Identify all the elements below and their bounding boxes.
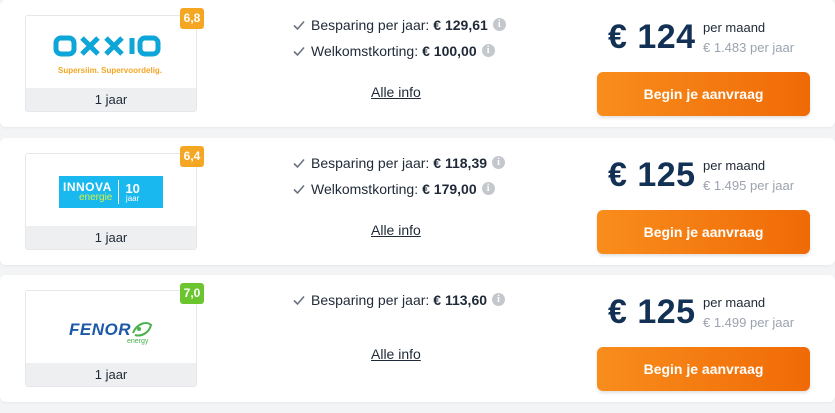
begin-application-button[interactable]: Begin je aanvraag: [597, 72, 810, 116]
innova-logo-block: INNOVA energie 10 jaar: [59, 176, 163, 208]
contract-duration: 1 jaar: [26, 363, 196, 386]
begin-application-button[interactable]: Begin je aanvraag: [597, 347, 810, 391]
benefit-savings: Besparing per jaar: € 129,61 i: [292, 14, 506, 35]
yearly-price: € 1.495 per jaar: [703, 178, 795, 193]
oxxio-logo: Supersiim. Supervoordelig.: [26, 16, 196, 89]
offer-card-fenor: FENOR energy 1 jaar 7,0 Besparing per ja…: [0, 275, 835, 402]
rating-badge: 6,8: [180, 8, 204, 29]
fenor-sub: energy: [127, 337, 149, 345]
benefit-label: Besparing per jaar:: [311, 291, 430, 308]
per-month-label: per maand: [703, 20, 766, 35]
per-month-label: per maand: [703, 295, 766, 310]
benefit-welcome-discount: Welkomstkorting: € 100,00 i: [292, 40, 506, 61]
per-month-label: per maand: [703, 158, 766, 173]
contract-duration: 1 jaar: [26, 226, 196, 249]
benefits-list: Besparing per jaar: € 118,39 i Welkomstk…: [292, 152, 506, 204]
yearly-price: € 1.499 per jaar: [703, 315, 795, 330]
rating-badge: 7,0: [180, 283, 204, 304]
monthly-price: € 125: [608, 293, 696, 331]
checkmark-icon: [293, 158, 305, 168]
benefits-list: Besparing per jaar: € 113,60 i: [292, 289, 506, 315]
innova-badge-number: 10: [125, 180, 140, 196]
info-icon[interactable]: i: [492, 18, 506, 31]
checkmark-icon: [293, 184, 305, 194]
benefits-list: Besparing per jaar: € 129,61 i Welkomstk…: [292, 14, 506, 66]
more-info-link[interactable]: Alle info: [371, 222, 421, 238]
offer-card-innova: INNOVA energie 10 jaar 1 jaar 6,4 Bespar…: [0, 138, 835, 265]
monthly-price: € 125: [608, 156, 696, 194]
rating-badge: 6,4: [180, 146, 204, 167]
benefit-label: Besparing per jaar:: [311, 16, 430, 33]
yearly-price: € 1.483 per jaar: [703, 40, 795, 55]
benefit-value: € 118,39: [433, 154, 488, 171]
benefit-savings: Besparing per jaar: € 118,39 i: [292, 152, 506, 173]
benefit-value: € 100,00: [422, 42, 477, 59]
more-info-link[interactable]: Alle info: [371, 346, 421, 362]
benefit-welcome-discount: Welkomstkorting: € 179,00 i: [292, 178, 505, 199]
info-icon[interactable]: i: [481, 44, 495, 57]
checkmark-icon: [293, 46, 305, 56]
benefit-label: Welkomstkorting:: [311, 180, 419, 197]
benefit-label: Besparing per jaar:: [311, 154, 430, 171]
offer-card-oxxio: Supersiim. Supervoordelig. 1 jaar 6,8 Be…: [0, 0, 835, 127]
info-icon[interactable]: i: [492, 293, 506, 306]
more-info-link[interactable]: Alle info: [371, 84, 421, 100]
leaf-icon: [132, 321, 153, 336]
checkmark-icon: [293, 295, 305, 305]
contract-duration: 1 jaar: [26, 88, 196, 111]
info-icon[interactable]: i: [492, 156, 506, 169]
provider-logo-box[interactable]: INNOVA energie 10 jaar 1 jaar: [25, 153, 197, 250]
innova-energie: energie: [79, 192, 113, 203]
innova-badge-sub: jaar: [125, 193, 140, 203]
provider-logo-box[interactable]: FENOR energy 1 jaar: [25, 290, 197, 387]
monthly-price: € 124: [608, 18, 696, 56]
benefit-label: Welkomstkorting:: [311, 42, 419, 59]
fenor-name: FENOR: [69, 319, 131, 339]
oxxio-tagline: Supersiim. Supervoordelig.: [58, 66, 163, 75]
provider-logo-box[interactable]: Supersiim. Supervoordelig. 1 jaar: [25, 15, 197, 112]
benefit-value: € 129,61: [433, 16, 488, 33]
innova-logo: INNOVA energie 10 jaar: [26, 154, 196, 227]
info-icon[interactable]: i: [481, 182, 495, 195]
checkmark-icon: [293, 20, 305, 30]
benefit-value: € 179,00: [422, 180, 477, 197]
fenor-logo: FENOR energy: [26, 291, 196, 364]
benefit-savings: Besparing per jaar: € 113,60 i: [292, 289, 506, 310]
benefit-value: € 113,60: [433, 291, 488, 308]
begin-application-button[interactable]: Begin je aanvraag: [597, 210, 810, 254]
